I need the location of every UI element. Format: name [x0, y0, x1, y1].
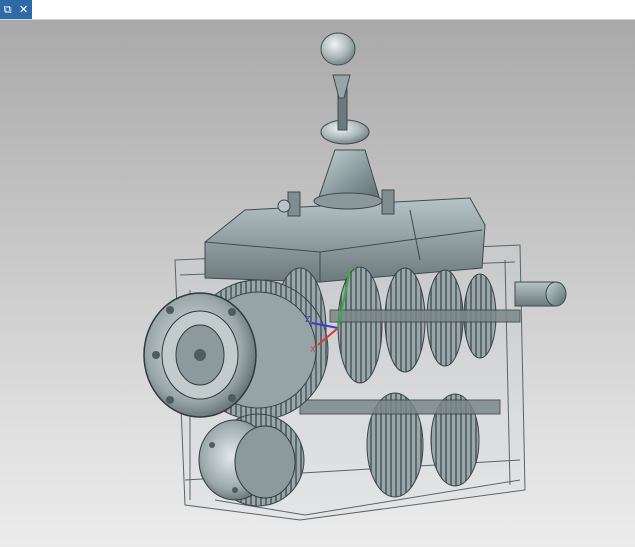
- window-restore-icon[interactable]: ⧉: [4, 0, 12, 19]
- output-shaft: [514, 281, 567, 307]
- view-tab-bar: ⧉ ✕: [0, 0, 635, 20]
- gear-shifter: [313, 32, 383, 210]
- gearbox-model[interactable]: Y Z X: [0, 20, 635, 547]
- input-flange: [143, 292, 257, 418]
- tab-controls: ⧉ ✕: [0, 0, 32, 19]
- svg-text:Z: Z: [305, 315, 311, 324]
- graphics-viewport[interactable]: Y Z X: [0, 20, 635, 547]
- lower-cover: [198, 413, 305, 507]
- svg-text:X: X: [310, 345, 316, 354]
- close-icon[interactable]: ✕: [19, 0, 28, 19]
- svg-text:Y: Y: [351, 265, 357, 274]
